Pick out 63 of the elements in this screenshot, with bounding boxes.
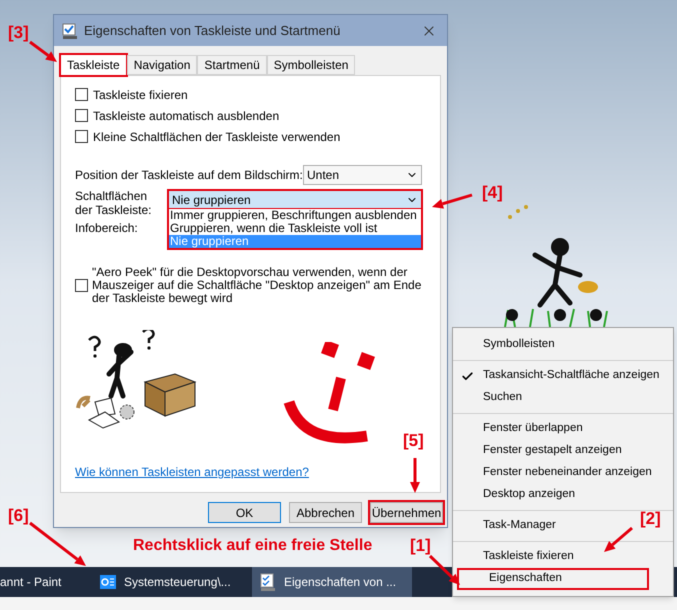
annotation-label: [5] bbox=[403, 430, 424, 452]
menu-item-label: Taskansicht-Schaltfläche anzeigen bbox=[483, 368, 660, 384]
dialog-button[interactable]: Übernehmen bbox=[370, 502, 443, 523]
dropdown[interactable]: Unten bbox=[303, 165, 422, 185]
window-title: Eigenschaften von Taskleiste und Startmenü bbox=[84, 22, 342, 40]
tab[interactable]: Symbolleisten bbox=[266, 55, 356, 75]
checklist-icon bbox=[62, 22, 78, 38]
annotation-label: [3] bbox=[8, 22, 29, 44]
menu-item[interactable]: Fenster gestapelt anzeigen bbox=[453, 440, 630, 462]
menu-item[interactable]: Symbolleisten bbox=[453, 334, 563, 356]
menu-item[interactable]: Fenster überlappen bbox=[453, 418, 591, 440]
taskbar-label: Eigenschaften von ... bbox=[284, 574, 396, 591]
checkbox-label: Taskleiste fixieren bbox=[93, 86, 188, 104]
dialog-button[interactable]: OK bbox=[208, 502, 281, 523]
menu-item[interactable]: Task-Manager bbox=[453, 515, 564, 537]
checkbox-label: Taskleiste automatisch ausblenden bbox=[93, 108, 280, 124]
field-label: Position der Taskleiste auf dem Bildschirm: bbox=[75, 167, 303, 184]
menu-item-label: Fenster gestapelt anzeigen bbox=[483, 443, 622, 458]
dropdown[interactable]: Nie gruppieren bbox=[167, 189, 423, 210]
checkbox[interactable] bbox=[75, 130, 88, 143]
tab[interactable]: Startmenü bbox=[197, 55, 267, 75]
taskbar-label: Systemsteuerung\... bbox=[124, 574, 231, 591]
tab[interactable]: Navigation bbox=[126, 55, 198, 75]
dropdown-option[interactable]: Gruppieren, wenn die Taskleiste voll ist bbox=[169, 222, 421, 235]
dropdown-option[interactable]: Immer gruppieren, Beschriftungen ausblenden bbox=[169, 209, 421, 222]
checkbox[interactable] bbox=[75, 279, 88, 292]
menu-item[interactable]: Suchen bbox=[453, 387, 530, 409]
taskbar-button[interactable]: Systemsteuerung\... bbox=[92, 567, 252, 597]
checkbox[interactable] bbox=[75, 88, 88, 101]
control-panel-icon bbox=[100, 575, 116, 589]
menu-item[interactable]: Taskansicht-Schaltfläche anzeigen bbox=[453, 365, 668, 387]
menu-item-label: Suchen bbox=[483, 390, 522, 406]
menu-item-label: Symbolleisten bbox=[483, 337, 555, 352]
annotation-label: Rechtsklick auf eine freie Stelle bbox=[133, 536, 372, 556]
taskbar-label: annt - Paint bbox=[0, 574, 62, 591]
dropdown-value: Nie gruppieren bbox=[172, 192, 251, 208]
dropdown-value: Unten bbox=[307, 167, 340, 184]
menu-item[interactable]: Taskleiste fixieren bbox=[453, 546, 582, 568]
checkbox-label: "Aero Peek" für die Desktopvorschau verwenden, wenn der Mauszeiger auf die Schaltfläche "Desktop anzeigen" am Ende der Taskleiste bewegt wird bbox=[92, 266, 422, 305]
tab[interactable]: Taskleiste bbox=[60, 54, 127, 76]
checkbox[interactable] bbox=[75, 109, 88, 122]
field-label: Schaltflächen der Taskleiste: bbox=[75, 189, 152, 217]
annotation-label: [2] bbox=[640, 508, 661, 530]
checklist-icon bbox=[260, 573, 276, 591]
menu-item-label: Fenster nebeneinander anzeigen bbox=[483, 465, 652, 480]
help-link[interactable]: Wie können Taskleisten angepasst werden? bbox=[75, 463, 426, 481]
menu-item-label: Taskleiste fixieren bbox=[483, 549, 574, 564]
annotation-label: [1] bbox=[410, 535, 431, 557]
annotation-label: [6] bbox=[8, 505, 29, 527]
menu-item-label: Eigenschaften bbox=[489, 571, 562, 586]
field-label: Infobereich: bbox=[75, 220, 138, 237]
dialog-button[interactable]: Abbrechen bbox=[289, 502, 362, 523]
checkbox-label: Kleine Schaltflächen der Taskleiste verwenden bbox=[93, 128, 340, 146]
menu-item-label: Task-Manager bbox=[483, 518, 556, 534]
taskbar-button[interactable]: annt - Paint bbox=[0, 567, 92, 597]
annotation-label: [4] bbox=[482, 182, 503, 204]
menu-item-label: Desktop anzeigen bbox=[483, 487, 576, 502]
check-icon bbox=[461, 370, 474, 382]
menu-item-label: Fenster überlappen bbox=[483, 421, 583, 436]
menu-item[interactable]: Fenster nebeneinander anzeigen bbox=[453, 462, 660, 484]
menu-item[interactable]: Eigenschaften bbox=[457, 568, 649, 590]
taskbar-button[interactable]: Eigenschaften von ... bbox=[252, 567, 412, 597]
menu-item[interactable]: Desktop anzeigen bbox=[453, 484, 584, 506]
